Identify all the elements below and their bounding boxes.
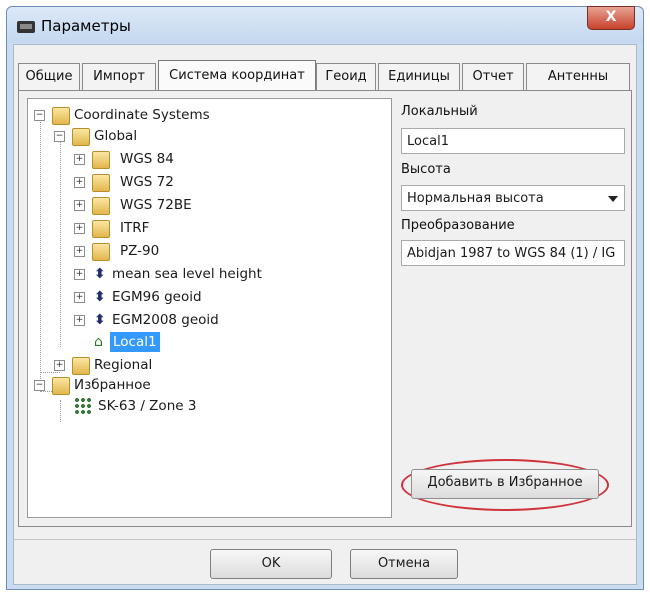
up-down-arrow-icon: ⬍	[94, 312, 106, 328]
app-icon	[17, 21, 35, 33]
tab-units[interactable]: Единицы	[378, 63, 460, 90]
height-label: Высота	[401, 162, 451, 177]
tree-label: SK-63 / Zone 3	[98, 398, 197, 414]
expand-icon[interactable]: +	[74, 269, 85, 280]
height-select-value: Нормальная высота	[407, 191, 544, 206]
window-title: Параметры	[41, 17, 131, 35]
tree-label: WGS 72BE	[120, 197, 192, 213]
grid-icon	[74, 397, 92, 415]
tab-coordinate-system[interactable]: Система координат	[158, 60, 316, 91]
folder-icon	[92, 220, 110, 238]
tab-import[interactable]: Импорт	[82, 63, 156, 90]
collapse-icon[interactable]: −	[34, 110, 45, 121]
tree-label: Coordinate Systems	[74, 107, 210, 123]
folder-icon	[92, 197, 110, 215]
folder-icon	[52, 107, 70, 125]
tree-label: Global	[94, 128, 138, 144]
tree-label: WGS 72	[120, 174, 174, 190]
tab-geoid[interactable]: Геоид	[316, 63, 376, 90]
local-field[interactable]: Local1	[401, 128, 625, 154]
transform-list[interactable]	[401, 264, 625, 448]
height-select[interactable]: Нормальная высота	[401, 185, 625, 211]
tree-label: WGS 84	[120, 151, 174, 167]
expand-icon[interactable]: +	[54, 360, 65, 371]
folder-icon	[52, 377, 70, 395]
folder-icon	[92, 243, 110, 261]
expand-icon[interactable]: +	[74, 292, 85, 303]
collapse-icon[interactable]: −	[54, 131, 65, 142]
title-bar: Параметры X	[7, 6, 643, 43]
folder-icon	[72, 357, 90, 375]
tree-label: ITRF	[120, 220, 150, 236]
expand-icon[interactable]: +	[74, 246, 85, 257]
tree-label: mean sea level height	[112, 266, 262, 282]
parameters-window: Параметры X Общие Импорт Система координ…	[6, 6, 644, 590]
folder-icon	[92, 174, 110, 192]
folder-icon	[92, 151, 110, 169]
chevron-down-icon[interactable]	[608, 196, 618, 202]
tab-general[interactable]: Общие	[18, 63, 80, 90]
expand-icon[interactable]: +	[74, 154, 85, 165]
expand-icon[interactable]: +	[74, 315, 85, 326]
tab-report[interactable]: Отчет	[462, 63, 524, 90]
local-label: Локальный	[401, 104, 478, 119]
dialog-client: Общие Импорт Система координат Геоид Еди…	[13, 44, 637, 585]
tree-label: EGM96 geoid	[112, 289, 202, 305]
transform-field[interactable]: Abidjan 1987 to WGS 84 (1) / IG	[401, 240, 625, 266]
tab-antennas[interactable]: Антенны	[526, 63, 630, 90]
tab-panel: − Coordinate Systems − Global + WGS 84 +	[18, 90, 632, 527]
folder-icon	[72, 128, 90, 146]
ok-button[interactable]: OK	[210, 549, 332, 579]
collapse-icon[interactable]: −	[34, 380, 45, 391]
transform-label: Преобразование	[401, 218, 515, 233]
close-button[interactable]: X	[587, 6, 635, 30]
details-panel: Локальный Local1 Высота Нормальная высот…	[397, 98, 627, 516]
up-down-arrow-icon: ⬍	[94, 289, 106, 305]
tree-label: EGM2008 geoid	[112, 312, 219, 328]
expand-icon[interactable]: +	[74, 177, 85, 188]
expand-icon[interactable]: +	[74, 200, 85, 211]
coordinate-tree[interactable]: − Coordinate Systems − Global + WGS 84 +	[27, 98, 392, 518]
tree-label: PZ-90	[120, 243, 160, 259]
tree-label: Избранное	[74, 377, 151, 393]
separator	[14, 539, 636, 540]
home-icon: ⌂	[94, 334, 103, 350]
tree-label-selected: Local1	[110, 332, 160, 352]
expand-icon[interactable]: +	[74, 223, 85, 234]
cancel-button[interactable]: Отмена	[350, 549, 458, 579]
up-down-arrow-icon: ⬍	[94, 266, 106, 282]
tree-label: Regional	[94, 357, 153, 373]
add-to-favorites-button[interactable]: Добавить в Избранное	[411, 469, 599, 499]
